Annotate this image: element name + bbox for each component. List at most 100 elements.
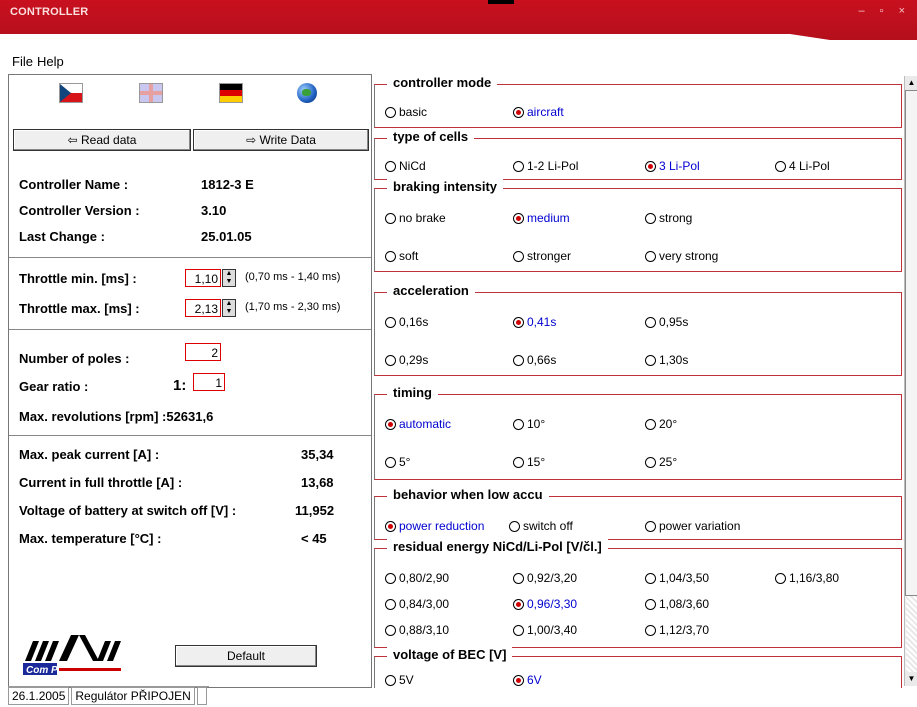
radio-icon[interactable]: [513, 456, 524, 468]
radio-power-reduction[interactable]: power reduction: [385, 519, 484, 533]
radio-icon[interactable]: [513, 250, 524, 262]
radio-1-04-3-50[interactable]: 1,04/3,50: [645, 571, 709, 585]
radio-0-16s[interactable]: 0,16s: [385, 315, 428, 329]
radio-6v[interactable]: 6V: [513, 673, 542, 687]
radio-15-deg[interactable]: 15°: [513, 455, 545, 469]
radio-icon[interactable]: [513, 572, 524, 584]
radio-0-95s[interactable]: 0,95s: [645, 315, 688, 329]
radio-0-80-2-90[interactable]: 0,80/2,90: [385, 571, 449, 585]
radio-icon[interactable]: [385, 316, 396, 328]
radio-aircraft[interactable]: aircraft: [513, 105, 564, 119]
radio-icon[interactable]: [385, 624, 396, 636]
radio-very-strong[interactable]: very strong: [645, 249, 718, 263]
radio-power-variation[interactable]: power variation: [645, 519, 740, 533]
radio-nicd[interactable]: NiCd: [385, 159, 426, 173]
radio-0-66s[interactable]: 0,66s: [513, 353, 556, 367]
radio-0-84-3-00[interactable]: 0,84/3,00: [385, 597, 449, 611]
scroll-down-icon[interactable]: ▼: [905, 672, 917, 686]
radio-4-lipol[interactable]: 4 Li-Pol: [775, 159, 830, 173]
radio-1-2-lipol[interactable]: 1-2 Li-Pol: [513, 159, 578, 173]
radio-icon[interactable]: [513, 106, 524, 118]
option-label: 20°: [659, 417, 678, 431]
german-flag-icon[interactable]: [219, 83, 243, 103]
radio-icon[interactable]: [385, 520, 396, 532]
radio-icon[interactable]: [775, 160, 786, 172]
radio-no-brake[interactable]: no brake: [385, 211, 446, 225]
default-button[interactable]: Default: [175, 645, 317, 667]
radio-icon[interactable]: [385, 674, 396, 686]
throttle-max-stepper[interactable]: ▲ ▼: [222, 299, 236, 317]
radio-icon[interactable]: [645, 520, 656, 532]
radio-icon[interactable]: [385, 212, 396, 224]
throttle-max-input[interactable]: 2,13: [185, 299, 221, 317]
radio-icon[interactable]: [513, 674, 524, 686]
throttle-min-input[interactable]: 1,10: [185, 269, 221, 287]
radio-automatic[interactable]: automatic: [385, 417, 451, 431]
radio-icon[interactable]: [385, 418, 396, 430]
radio-icon[interactable]: [645, 456, 656, 468]
radio-soft[interactable]: soft: [385, 249, 418, 263]
radio-icon[interactable]: [645, 598, 656, 610]
radio-1-08-3-60[interactable]: 1,08/3,60: [645, 597, 709, 611]
radio-0-29s[interactable]: 0,29s: [385, 353, 428, 367]
globe-icon[interactable]: [297, 83, 317, 103]
radio-icon[interactable]: [645, 160, 656, 172]
radio-icon[interactable]: [385, 354, 396, 366]
radio-icon[interactable]: [775, 572, 786, 584]
radio-icon[interactable]: [385, 456, 396, 468]
read-data-button[interactable]: ⇦ Read data: [13, 129, 191, 151]
poles-input[interactable]: 2: [185, 343, 221, 361]
radio-icon[interactable]: [513, 354, 524, 366]
radio-10-deg[interactable]: 10°: [513, 417, 545, 431]
radio-0-41s[interactable]: 0,41s: [513, 315, 556, 329]
radio-icon[interactable]: [645, 250, 656, 262]
radio-0-92-3-20[interactable]: 0,92/3,20: [513, 571, 577, 585]
radio-1-16-3-80[interactable]: 1,16/3,80: [775, 571, 839, 585]
scroll-up-icon[interactable]: ▲: [905, 76, 917, 90]
radio-0-88-3-10[interactable]: 0,88/3,10: [385, 623, 449, 637]
gear-ratio-input[interactable]: 1: [193, 373, 225, 391]
radio-3-lipol[interactable]: 3 Li-Pol: [645, 159, 700, 173]
radio-icon[interactable]: [513, 624, 524, 636]
write-data-button[interactable]: ⇨ Write Data: [193, 129, 369, 151]
radio-icon[interactable]: [385, 160, 396, 172]
radio-25-deg[interactable]: 25°: [645, 455, 677, 469]
radio-icon[interactable]: [513, 212, 524, 224]
radio-1-00-3-40[interactable]: 1,00/3,40: [513, 623, 577, 637]
radio-20-deg[interactable]: 20°: [645, 417, 677, 431]
radio-medium[interactable]: medium: [513, 211, 570, 225]
throttle-min-stepper[interactable]: ▲ ▼: [222, 269, 236, 287]
radio-icon[interactable]: [385, 572, 396, 584]
radio-icon[interactable]: [509, 520, 520, 532]
radio-icon[interactable]: [645, 624, 656, 636]
radio-switch-off[interactable]: switch off: [509, 519, 573, 533]
radio-1-30s[interactable]: 1,30s: [645, 353, 688, 367]
radio-icon[interactable]: [385, 106, 396, 118]
window-controls[interactable]: – ▫ ×: [858, 5, 911, 17]
radio-5v[interactable]: 5V: [385, 673, 414, 687]
czech-flag-icon[interactable]: [59, 83, 83, 103]
radio-icon[interactable]: [645, 418, 656, 430]
radio-stronger[interactable]: stronger: [513, 249, 571, 263]
scrollbar-thumb[interactable]: [905, 90, 917, 596]
radio-icon[interactable]: [385, 598, 396, 610]
radio-icon[interactable]: [513, 316, 524, 328]
radio-basic[interactable]: basic: [385, 105, 427, 119]
vertical-scrollbar[interactable]: ▲ ▼: [904, 76, 917, 686]
radio-1-12-3-70[interactable]: 1,12/3,70: [645, 623, 709, 637]
radio-icon[interactable]: [385, 250, 396, 262]
radio-0-96-3-30[interactable]: 0,96/3,30: [513, 597, 577, 611]
radio-icon[interactable]: [513, 160, 524, 172]
radio-icon[interactable]: [645, 572, 656, 584]
radio-5-deg[interactable]: 5°: [385, 455, 410, 469]
radio-strong[interactable]: strong: [645, 211, 692, 225]
radio-icon[interactable]: [645, 212, 656, 224]
menu-file[interactable]: File: [12, 54, 33, 69]
menu-help[interactable]: Help: [37, 54, 64, 69]
radio-icon[interactable]: [645, 354, 656, 366]
uk-flag-icon[interactable]: [139, 83, 163, 103]
option-label: 0,84/3,00: [399, 597, 450, 611]
radio-icon[interactable]: [513, 418, 524, 430]
radio-icon[interactable]: [513, 598, 524, 610]
radio-icon[interactable]: [645, 316, 656, 328]
